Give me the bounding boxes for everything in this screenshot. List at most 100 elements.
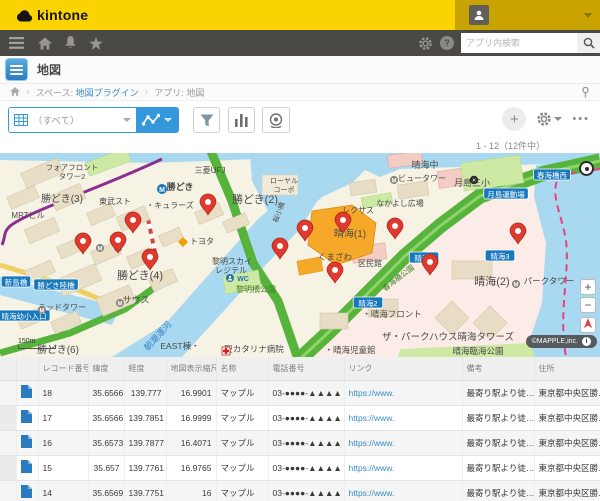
station-m-icon: M bbox=[157, 184, 167, 194]
account-chevron-down-icon[interactable] bbox=[584, 13, 592, 18]
record-doc-cell bbox=[16, 380, 38, 405]
map-zoom-in-button[interactable]: + bbox=[580, 279, 596, 295]
cell-record-number: 18 bbox=[38, 380, 88, 405]
column-header[interactable]: リンク bbox=[344, 357, 462, 380]
map-label: 勝どき(4) bbox=[117, 268, 163, 282]
notifications-bell-icon[interactable] bbox=[64, 36, 77, 50]
column-header[interactable]: レコード番号 bbox=[38, 357, 88, 380]
cell-longitude: 139.7761 bbox=[124, 455, 166, 480]
column-header[interactable]: 備考 bbox=[462, 357, 534, 380]
breadcrumb-space-link[interactable]: 地図プラグイン bbox=[76, 86, 139, 99]
admin-gear-icon[interactable] bbox=[418, 36, 433, 51]
map-label: コーポ bbox=[274, 186, 295, 194]
favorites-star-icon[interactable] bbox=[89, 37, 103, 50]
document-icon[interactable] bbox=[21, 460, 32, 473]
help-icon[interactable]: ? bbox=[440, 36, 454, 50]
cell-map-scale: 16.9901 bbox=[166, 380, 216, 405]
svg-text:晴海3: 晴海3 bbox=[490, 251, 509, 261]
more-options-button[interactable]: ••• bbox=[572, 113, 590, 125]
user-avatar-icon[interactable] bbox=[469, 5, 489, 25]
cell-latitude: 35.6566 bbox=[88, 380, 124, 405]
column-header[interactable]: 電話番号 bbox=[268, 357, 344, 380]
line-graph-icon bbox=[142, 113, 160, 127]
record-link[interactable]: https://www. bbox=[349, 413, 395, 423]
account-area[interactable] bbox=[455, 0, 600, 30]
pin-icon[interactable] bbox=[581, 87, 590, 100]
map-zoom-out-button[interactable]: − bbox=[580, 297, 596, 313]
cell-longitude: 139.777 bbox=[124, 380, 166, 405]
settings-button[interactable] bbox=[536, 111, 562, 127]
hospital-cross-icon bbox=[222, 347, 230, 355]
column-header[interactable]: 名称 bbox=[216, 357, 268, 380]
cell-phone: 03-●●●●-▲▲▲▲ bbox=[268, 405, 344, 430]
map-compass-icon[interactable] bbox=[579, 161, 594, 176]
view-selector[interactable]: （すべて） bbox=[9, 108, 136, 132]
hamburger-menu-icon[interactable] bbox=[9, 37, 24, 49]
column-header[interactable]: 地図表示縮尺 bbox=[166, 357, 216, 380]
column-header[interactable]: 経度 bbox=[124, 357, 166, 380]
table-view-icon bbox=[14, 114, 28, 126]
document-icon[interactable] bbox=[21, 485, 32, 498]
kintone-logo[interactable]: kintone bbox=[16, 7, 88, 23]
document-icon[interactable] bbox=[21, 435, 32, 448]
cell-latitude: 35.657 bbox=[88, 455, 124, 480]
app-search-input[interactable] bbox=[461, 33, 577, 53]
svg-text:月島運動場: 月島運動場 bbox=[487, 189, 525, 199]
home-icon[interactable] bbox=[38, 37, 52, 50]
map-label: 区民館 bbox=[358, 258, 382, 268]
document-icon[interactable] bbox=[21, 385, 32, 398]
svg-text:×: × bbox=[472, 178, 476, 185]
record-link[interactable]: https://www. bbox=[349, 388, 395, 398]
map-label: 東武スト bbox=[99, 196, 131, 206]
svg-text:M: M bbox=[514, 282, 519, 288]
cell-latitude: 35.6569 bbox=[88, 480, 124, 501]
settings-chevron-down-icon bbox=[554, 117, 562, 121]
graph-view-button[interactable] bbox=[136, 108, 178, 132]
map-canvas[interactable]: 勝どき(2)勝どき(3)勝どき(4)勝どき(6)晴海(1)晴海(2)晴海中ビュー… bbox=[0, 153, 600, 357]
cell-link: https://www. bbox=[344, 405, 462, 430]
filter-button[interactable] bbox=[193, 107, 220, 133]
breadcrumb-home-icon[interactable] bbox=[10, 87, 20, 98]
cell-name: マップル bbox=[216, 480, 268, 501]
chart-button[interactable] bbox=[228, 107, 255, 133]
cell-memo: 最寄り駅より徒… bbox=[462, 480, 534, 501]
kintone-cloud-icon bbox=[16, 9, 33, 22]
add-record-button[interactable]: + bbox=[502, 107, 526, 131]
cell-memo: 最寄り駅より徒… bbox=[462, 380, 534, 405]
app-icon[interactable] bbox=[5, 58, 28, 81]
map-label: レジテル bbox=[215, 266, 247, 275]
view-toolbar: （すべて） + ••• bbox=[0, 101, 600, 139]
breadcrumb: › スペース: 地図プラグイン › アプリ: 地図 bbox=[0, 84, 600, 101]
map-view-button[interactable] bbox=[262, 107, 290, 133]
column-header[interactable]: 住所 bbox=[534, 357, 600, 380]
cell-record-number: 14 bbox=[38, 480, 88, 501]
record-link[interactable]: https://www. bbox=[349, 488, 395, 498]
map-label: 勝どき(3) bbox=[41, 192, 83, 205]
breadcrumb-app-name: 地図 bbox=[186, 86, 204, 99]
record-doc-cell bbox=[16, 480, 38, 501]
table-row: 1635.6573139.787716.4071マップル03-●●●●-▲▲▲▲… bbox=[0, 430, 600, 455]
breadcrumb-app-label: アプリ: bbox=[154, 86, 184, 99]
cell-name: マップル bbox=[216, 405, 268, 430]
map-label: ザ・パークハウス晴海タワーズ bbox=[382, 331, 515, 343]
map-label: 晴海中 bbox=[411, 159, 438, 170]
column-header[interactable]: 緯度 bbox=[88, 357, 124, 380]
map-label: 晴海(1) bbox=[334, 227, 366, 240]
document-icon[interactable] bbox=[21, 410, 32, 423]
map-label: 晴海(2) bbox=[474, 274, 509, 288]
record-doc-cell bbox=[16, 405, 38, 430]
svg-text:勝どき陸橋: 勝どき陸橋 bbox=[37, 280, 75, 290]
cell-longitude: 139.7851 bbox=[124, 405, 166, 430]
info-icon[interactable]: i bbox=[582, 337, 591, 346]
map-label: 勝どき(2) bbox=[232, 192, 278, 206]
row-gutter bbox=[0, 455, 16, 480]
table-row: 1735.6566139.785116.9999マップル03-●●●●-▲▲▲▲… bbox=[0, 405, 600, 430]
map-locate-button[interactable] bbox=[580, 317, 596, 333]
cell-phone: 03-●●●●-▲▲▲▲ bbox=[268, 430, 344, 455]
map-label: ・晴海児童館 bbox=[324, 345, 375, 355]
search-button[interactable] bbox=[577, 33, 600, 53]
map-sign-chip: 月島運動場 bbox=[484, 188, 529, 199]
record-link[interactable]: https://www. bbox=[349, 463, 395, 473]
record-link[interactable]: https://www. bbox=[349, 438, 395, 448]
view-selector-chevron-down-icon bbox=[123, 118, 131, 122]
